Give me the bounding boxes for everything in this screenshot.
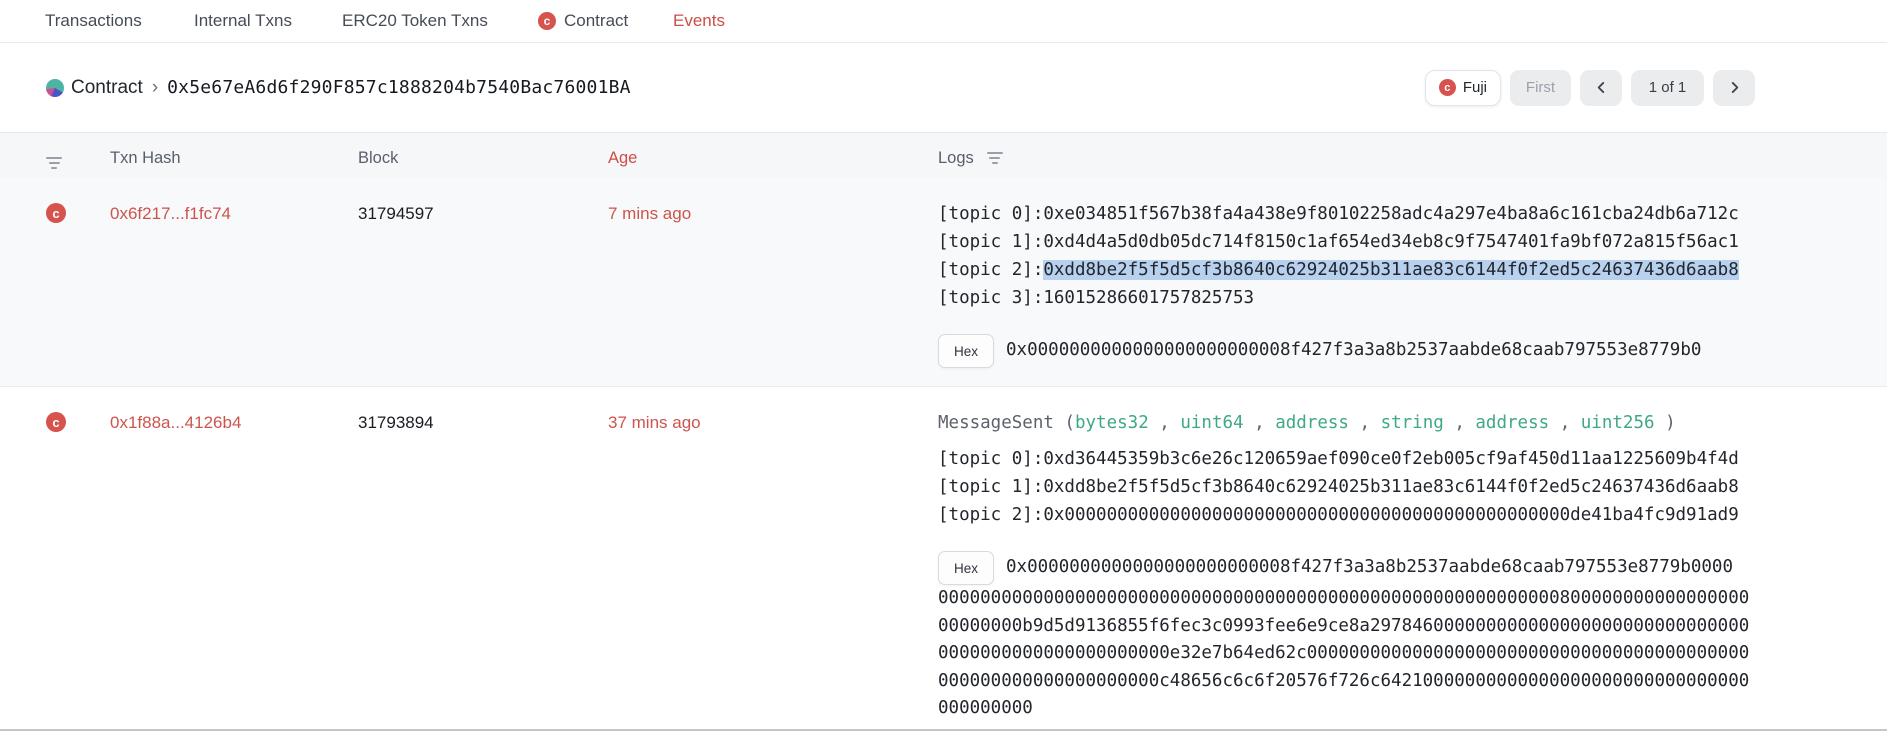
signature-comma: , xyxy=(1444,413,1476,433)
signature-paren: ) xyxy=(1655,413,1676,433)
signature-comma: , xyxy=(1549,413,1581,433)
hex-data-line: 0x0000000000000000000000008f427f3a3a8b25… xyxy=(1006,337,1701,365)
topic-line-0: [topic 0]:0xd36445359b3c6e26c120659aef09… xyxy=(938,445,1887,473)
topic-value: 0x00000000000000000000000000000000000000… xyxy=(1043,505,1738,525)
topic-value: 0xdd8be2f5f5d5cf3b8640c62924025b311ae83c… xyxy=(1043,477,1738,497)
hex-data-line: 0000000000000000000000000000000000000000… xyxy=(938,585,1887,613)
first-page-button[interactable]: First xyxy=(1510,70,1571,106)
param-type: uint256 xyxy=(1581,413,1655,433)
topic-line-2: [topic 2]:0x0000000000000000000000000000… xyxy=(938,501,1887,529)
signature-comma: , xyxy=(1349,413,1381,433)
hex-data-line: 000000000 xyxy=(938,695,1887,723)
signature-paren: ( xyxy=(1054,413,1075,433)
event-row-1: c 0x6f217...f1fc74 31794597 7 mins ago [… xyxy=(0,178,1887,387)
topic-line-0: [topic 0]:0xe034851f567b38fa4a438e9f8010… xyxy=(938,200,1887,228)
hex-toggle-button[interactable]: Hex xyxy=(938,334,994,368)
tab-contract[interactable]: c Contract xyxy=(538,0,628,42)
table-header-row: Txn Hash Block Age Logs xyxy=(0,133,1887,178)
tab-transactions[interactable]: Transactions xyxy=(45,0,142,42)
topic-value: 16015286601757825753 xyxy=(1043,288,1254,308)
network-label: Fuji xyxy=(1463,79,1487,96)
topic-value: 0xe034851f567b38fa4a438e9f80102258adc4a2… xyxy=(1043,204,1738,224)
breadcrumb: Contract › 0x5e67eA6d6f290F857c1888204b7… xyxy=(46,77,631,99)
param-type: address xyxy=(1475,413,1549,433)
page-indicator: 1 of 1 xyxy=(1631,70,1704,106)
age-value[interactable]: 7 mins ago xyxy=(608,204,691,223)
event-row-2: c 0x1f88a...4126b4 31793894 37 mins ago … xyxy=(0,387,1887,732)
block-number: 31794597 xyxy=(358,204,434,223)
tab-internal-txns[interactable]: Internal Txns xyxy=(194,0,292,42)
prev-page-button[interactable] xyxy=(1580,70,1622,106)
filter-icon[interactable] xyxy=(46,155,62,171)
signature-comma: , xyxy=(1244,413,1276,433)
events-table-body: c 0x6f217...f1fc74 31794597 7 mins ago [… xyxy=(0,178,1887,732)
contract-call-icon: c xyxy=(46,203,66,223)
topic-label: [topic 1]: xyxy=(938,232,1043,252)
header-controls: c Fuji First 1 of 1 xyxy=(1425,70,1755,106)
column-header-logs: Logs xyxy=(938,149,974,168)
topics-list: [topic 0]:0xe034851f567b38fa4a438e9f8010… xyxy=(938,200,1887,312)
topic-label: [topic 3]: xyxy=(938,288,1043,308)
breadcrumb-separator: › xyxy=(152,77,158,99)
hex-toggle-button[interactable]: Hex xyxy=(938,551,994,585)
contract-avatar-icon xyxy=(46,79,64,97)
topic-line-3: [topic 3]:16015286601757825753 xyxy=(938,284,1887,312)
topic-value-highlighted: 0xdd8be2f5f5d5cf3b8640c62924025b311ae83c… xyxy=(1043,260,1738,280)
tab-events[interactable]: Events xyxy=(673,0,725,42)
topic-label: [topic 1]: xyxy=(938,477,1043,497)
param-type: address xyxy=(1275,413,1349,433)
contract-c-icon: c xyxy=(538,12,556,30)
contract-call-icon: c xyxy=(46,412,66,432)
signature-comma: , xyxy=(1149,413,1181,433)
block-number: 31793894 xyxy=(358,413,434,432)
hex-data-line: 0x0000000000000000000000008f427f3a3a8b25… xyxy=(1006,554,1733,582)
hex-data-block: Hex 0x0000000000000000000000008f427f3a3a… xyxy=(938,551,1887,732)
hex-data-line: 000000000000000000000c48656c6c6f20576f72… xyxy=(938,668,1887,696)
event-name: MessageSent xyxy=(938,413,1054,433)
topic-value: 0xd36445359b3c6e26c120659aef090ce0f2eb00… xyxy=(1043,449,1738,469)
contract-header-bar: Contract › 0x5e67eA6d6f290F857c1888204b7… xyxy=(0,43,1887,133)
contract-events-page: Transactions Internal Txns ERC20 Token T… xyxy=(0,0,1887,732)
hex-data-line: 00000000b9d5d9136855f6fec3c0993fee6e9ce8… xyxy=(938,613,1887,641)
age-value[interactable]: 37 mins ago xyxy=(608,413,701,432)
param-type: string xyxy=(1381,413,1444,433)
topic-line-2: [topic 2]:0xdd8be2f5f5d5cf3b8640c6292402… xyxy=(938,256,1887,284)
network-badge[interactable]: c Fuji xyxy=(1425,70,1501,106)
tab-contract-label: Contract xyxy=(564,11,628,31)
param-type: uint64 xyxy=(1180,413,1243,433)
topic-value: 0xd4d4a5d0db05dc714f8150c1af654ed34eb8c9… xyxy=(1043,232,1738,252)
chevron-right-icon xyxy=(1728,81,1741,94)
network-c-icon: c xyxy=(1439,79,1456,96)
topic-label: [topic 0]: xyxy=(938,204,1043,224)
logs-filter-icon[interactable] xyxy=(987,150,1003,166)
tab-bar: Transactions Internal Txns ERC20 Token T… xyxy=(0,0,1887,43)
topic-line-1: [topic 1]:0xdd8be2f5f5d5cf3b8640c6292402… xyxy=(938,473,1887,501)
contract-address: 0x5e67eA6d6f290F857c1888204b7540Bac76001… xyxy=(167,77,631,98)
breadcrumb-contract-label: Contract xyxy=(71,77,143,99)
topic-label: [topic 2]: xyxy=(938,505,1043,525)
event-signature: MessageSent (bytes32 , uint64 , address … xyxy=(938,409,1887,437)
column-header-txn-hash: Txn Hash xyxy=(110,149,358,168)
topic-label: [topic 0]: xyxy=(938,449,1043,469)
table-bottom-border xyxy=(0,729,1887,731)
tab-erc20-token-txns[interactable]: ERC20 Token Txns xyxy=(342,0,488,42)
topic-label: [topic 2]: xyxy=(938,260,1043,280)
txn-hash-link[interactable]: 0x1f88a...4126b4 xyxy=(110,413,241,432)
column-header-block: Block xyxy=(358,149,608,168)
hex-data-line: 0000000000000000000000e32e7b64ed62c00000… xyxy=(938,640,1887,668)
next-page-button[interactable] xyxy=(1713,70,1755,106)
chevron-left-icon xyxy=(1595,81,1608,94)
topics-list: [topic 0]:0xd36445359b3c6e26c120659aef09… xyxy=(938,445,1887,529)
txn-hash-link[interactable]: 0x6f217...f1fc74 xyxy=(110,204,231,223)
hex-data-block: Hex 0x0000000000000000000000008f427f3a3a… xyxy=(938,334,1887,386)
param-type: bytes32 xyxy=(1075,413,1149,433)
topic-line-1: [topic 1]:0xd4d4a5d0db05dc714f8150c1af65… xyxy=(938,228,1887,256)
column-header-age[interactable]: Age xyxy=(608,149,938,168)
